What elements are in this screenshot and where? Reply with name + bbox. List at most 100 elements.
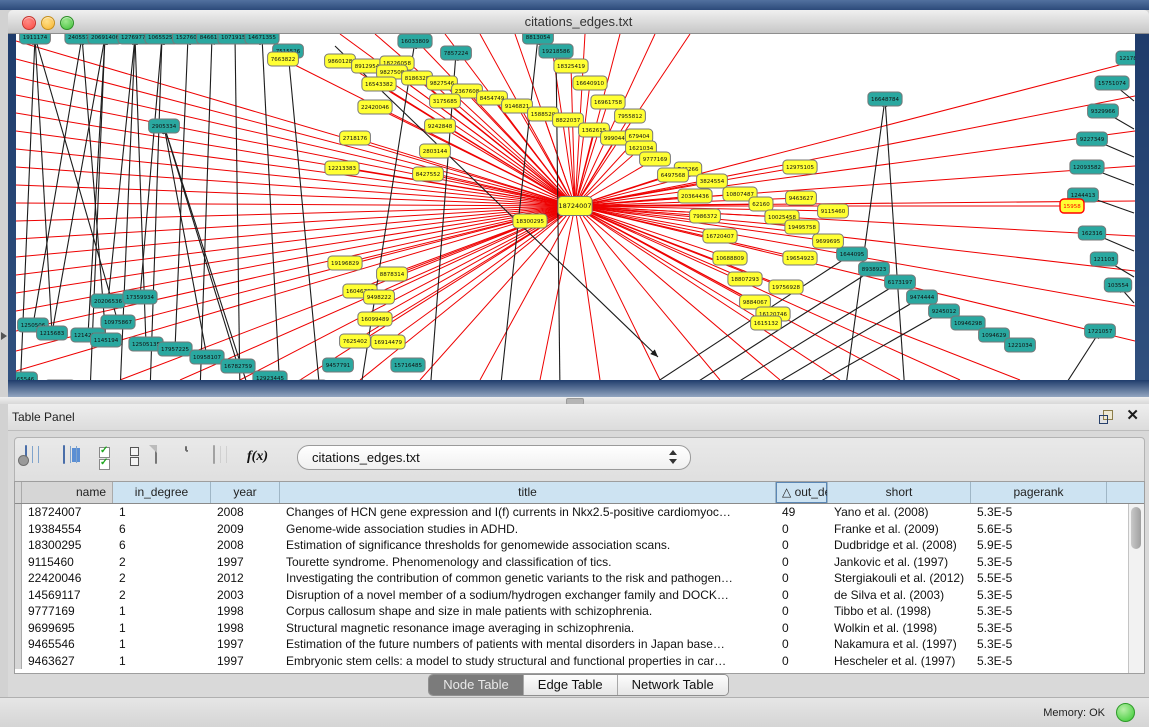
table-cell[interactable]: 1 [113,636,211,653]
graph-node[interactable]: 7857224 [441,46,472,60]
memory-indicator[interactable] [1116,703,1135,722]
table-cell[interactable]: Investigating the contribution of common… [280,570,776,587]
new-column-icon[interactable] [155,446,181,472]
graph-node[interactable]: 16648784 [868,92,902,106]
graph-node[interactable]: 3824554 [697,174,728,188]
graph-node[interactable]: 9474444 [907,290,938,304]
scrollbar-thumb[interactable] [1131,507,1141,549]
table-cell[interactable]: 22420046 [22,570,113,587]
table-cell[interactable]: Tourette syndrome. Phenomenology and cla… [280,554,776,571]
table-cell[interactable]: Changes of HCN gene expression and I(f) … [280,504,776,521]
graph-node[interactable]: 17957225 [158,342,192,356]
table-cell[interactable]: 18300295 [22,537,113,554]
delete-column-icon[interactable] [185,446,211,472]
table-cell[interactable]: Structural magnetic resonance image aver… [280,620,776,637]
table-cell[interactable]: 0 [776,570,828,587]
table-cell[interactable]: de Silva et al. (2003) [828,587,971,604]
table-row[interactable]: 1872400712008Changes of HCN gene express… [15,504,1144,521]
graph-node[interactable]: 1615132 [751,316,782,330]
graph-node[interactable]: 2803144 [420,144,451,158]
graph-node[interactable]: 1145194 [91,333,122,347]
select-columns-icon[interactable] [99,446,125,472]
table-cell[interactable]: 9777169 [22,603,113,620]
graph-node[interactable]: 12923445 [253,371,287,380]
column-header-name[interactable]: name [22,482,113,503]
column-header-in_degree[interactable]: in_degree [113,482,211,503]
graph-node[interactable]: 18325419 [554,59,588,73]
table-cell[interactable]: Estimation of significance thresholds fo… [280,537,776,554]
graph-node[interactable]: 9498222 [364,290,395,304]
graph-node[interactable]: 9699695 [813,234,844,248]
graph-node[interactable]: 16961758 [591,95,625,109]
tab-edge-table[interactable]: Edge Table [524,675,618,695]
table-cell[interactable]: 0 [776,521,828,538]
graph-node[interactable]: 16640910 [573,76,607,90]
tab-network-table[interactable]: Network Table [618,675,728,695]
graph-node[interactable]: 16033809 [398,34,432,48]
graph-node[interactable]: 6497568 [658,168,689,182]
table-cell[interactable]: 5.9E-5 [971,537,1107,554]
table-cell[interactable]: Franke et al. (2009) [828,521,971,538]
collapse-arrow-icon[interactable] [1,332,7,340]
graph-node[interactable]: 2718176 [340,131,371,145]
column-header-year[interactable]: year [211,482,280,503]
table-cell[interactable]: 9699695 [22,620,113,637]
graph-node[interactable]: 162316 [1078,226,1105,240]
table-row[interactable]: 946554611997Estimation of the future num… [15,636,1144,653]
graph-node[interactable]: 7986372 [690,209,721,223]
graph-node[interactable]: 2905334 [149,119,180,133]
table-cell[interactable]: 19384554 [22,521,113,538]
table-cell[interactable]: 0 [776,587,828,604]
graph-node[interactable]: 20364436 [678,189,712,203]
table-cell[interactable]: 1 [113,653,211,670]
table-cell[interactable]: 5.3E-5 [971,587,1107,604]
table-cell[interactable]: 1 [113,504,211,521]
graph-node[interactable]: 14671355 [245,34,279,44]
table-row[interactable]: 911546021997Tourette syndrome. Phenomeno… [15,554,1144,571]
graph-node[interactable]: 9115460 [818,204,849,218]
graph-node[interactable]: 20691406 [88,34,122,44]
column-header-title[interactable]: title [280,482,776,503]
table-cell[interactable]: 5.5E-5 [971,570,1107,587]
table-cell[interactable]: 5.6E-5 [971,521,1107,538]
graph-node[interactable]: 10958107 [190,350,224,364]
table-cell[interactable]: Dudbridge et al. (2008) [828,537,971,554]
table-options-icon[interactable] [25,446,51,472]
table-cell[interactable]: 0 [776,603,828,620]
graph-node[interactable]: 7955812 [615,109,646,123]
network-view[interactable]: 1911174240557242069140612769778106552571… [16,34,1135,380]
graph-node[interactable]: 9860128 [325,54,356,68]
table-cell[interactable]: 18724007 [22,504,113,521]
graph-node[interactable]: 19495758 [785,220,819,234]
table-cell[interactable]: 1997 [211,653,280,670]
table-cell[interactable]: 2 [113,554,211,571]
table-row[interactable]: 946362711997Embryonic stem cells: a mode… [15,653,1144,670]
graph-node[interactable]: 8427552 [413,167,444,181]
graph-node[interactable]: 22420046 [358,100,392,114]
graph-node[interactable]: 62160 [749,197,773,211]
table-cell[interactable]: 2012 [211,570,280,587]
graph-node[interactable]: 16914479 [371,335,405,349]
graph-node[interactable]: 8938923 [859,262,890,276]
table-cell[interactable]: 5.3E-5 [971,554,1107,571]
graph-node[interactable]: 9777169 [640,152,671,166]
table-cell[interactable]: 1997 [211,554,280,571]
table-cell[interactable]: 5.3E-5 [971,620,1107,637]
table-cell[interactable]: Embryonic stem cells: a model to study s… [280,653,776,670]
graph-node[interactable]: 12093582 [1070,160,1104,174]
graph-node[interactable]: 12213383 [325,161,359,175]
table-row[interactable]: 977716911998Corpus callosum shape and si… [15,603,1144,620]
table-cell[interactable]: 2009 [211,521,280,538]
graph-node[interactable]: 15958 [1060,199,1084,213]
table-cell[interactable]: 0 [776,537,828,554]
table-cell[interactable]: 2008 [211,504,280,521]
table-row[interactable]: 2242004622012Investigating the contribut… [15,570,1144,587]
graph-node[interactable]: 1911174 [20,34,51,44]
graph-node[interactable]: 1644095 [837,247,868,261]
table-cell[interactable]: 2003 [211,587,280,604]
graph-node[interactable]: 6173197 [885,275,916,289]
split-divider[interactable] [0,397,1149,404]
table-cell[interactable]: 9465546 [22,636,113,653]
table-cell[interactable]: 2 [113,570,211,587]
graph-node[interactable]: 8878314 [377,267,408,281]
